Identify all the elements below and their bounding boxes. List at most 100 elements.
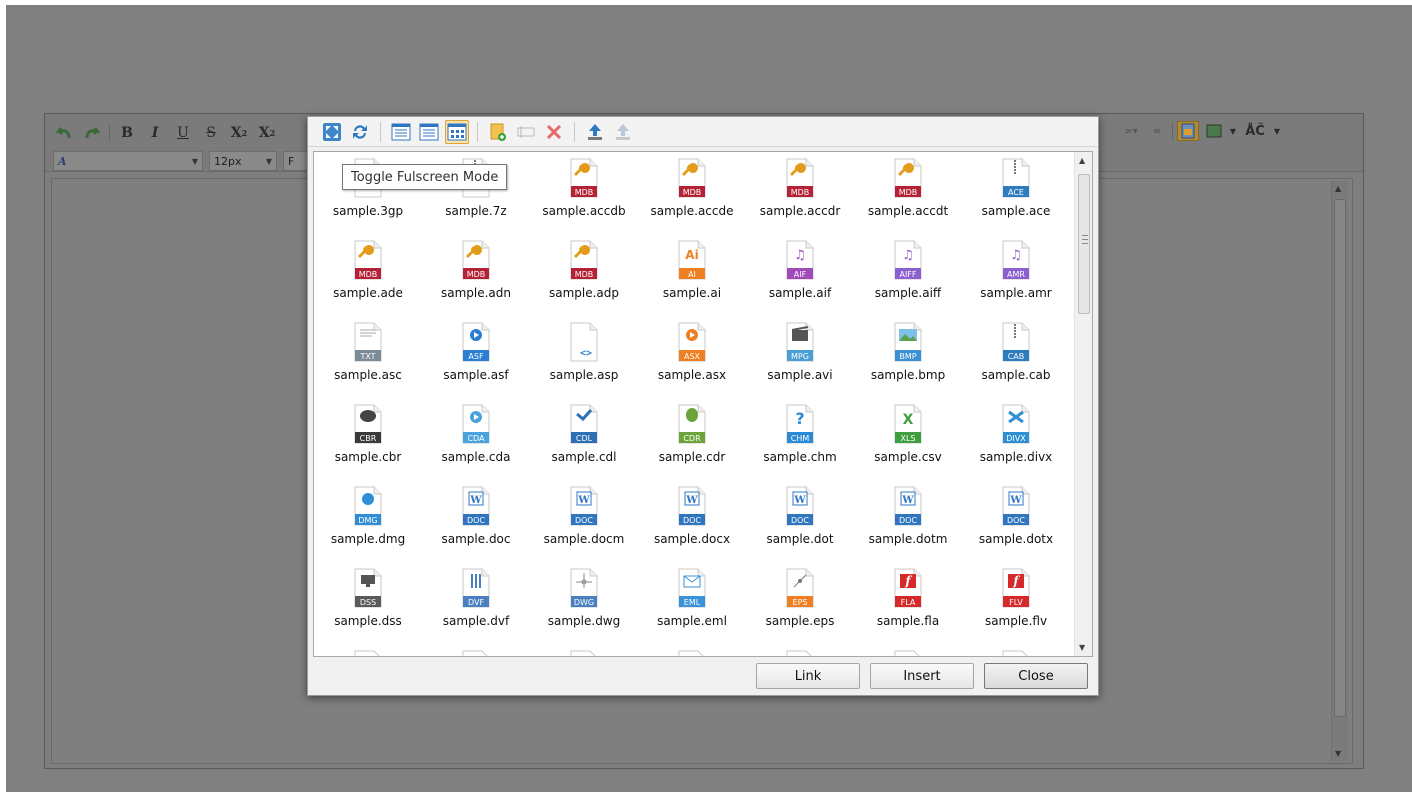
file-item[interactable]: W DOC sample.dot bbox=[746, 480, 854, 562]
rename-icon[interactable] bbox=[514, 120, 538, 144]
file-code-icon: <> bbox=[570, 322, 598, 362]
file-item[interactable]: <> sample.asp bbox=[530, 316, 638, 398]
file-item[interactable]: MDB sample.adn bbox=[422, 234, 530, 316]
file-item[interactable]: BMP sample.bmp bbox=[854, 316, 962, 398]
file-item[interactable]: DIVX sample.divx bbox=[962, 398, 1070, 480]
file-item[interactable]: ♫ AIF sample.aif bbox=[746, 234, 854, 316]
italic-icon[interactable]: I bbox=[144, 123, 166, 143]
strikethrough-icon[interactable]: S bbox=[200, 123, 222, 143]
file-item[interactable]: MDB sample.accdt bbox=[854, 152, 962, 234]
insert-button[interactable]: Insert bbox=[870, 663, 974, 689]
file-item[interactable]: CBR sample.cbr bbox=[314, 398, 422, 480]
file-item[interactable]: MPG sample.avi bbox=[746, 316, 854, 398]
thumbnail-view-icon[interactable] bbox=[445, 119, 469, 144]
file-type-badge: CDA bbox=[467, 434, 485, 443]
file-item[interactable]: EML sample.eml bbox=[638, 562, 746, 644]
file-item[interactable]: MDB sample.accdb bbox=[530, 152, 638, 234]
file-item[interactable]: MDB sample.ade bbox=[314, 234, 422, 316]
file-item[interactable]: W DOC sample.docm bbox=[530, 480, 638, 562]
file-item-partial[interactable] bbox=[530, 644, 638, 656]
file-item[interactable]: ♫ AMR sample.amr bbox=[962, 234, 1070, 316]
file-item[interactable]: MDB sample.adp bbox=[530, 234, 638, 316]
file-item[interactable]: DMG sample.dmg bbox=[314, 480, 422, 562]
new-folder-icon[interactable] bbox=[486, 120, 510, 144]
undo-icon[interactable] bbox=[53, 123, 75, 143]
link-button[interactable]: Link bbox=[756, 663, 860, 689]
file-item-partial[interactable] bbox=[638, 644, 746, 656]
file-item[interactable]: ASF sample.asf bbox=[422, 316, 530, 398]
file-item[interactable]: ACE sample.ace bbox=[962, 152, 1070, 234]
file-item[interactable]: W DOC sample.doc bbox=[422, 480, 530, 562]
underline-icon[interactable]: U bbox=[172, 123, 194, 143]
delete-icon[interactable] bbox=[542, 120, 566, 144]
file-type-badge: DWG bbox=[574, 598, 594, 607]
file-item[interactable]: CDA sample.cda bbox=[422, 398, 530, 480]
scroll-down-icon[interactable]: ▼ bbox=[1079, 643, 1085, 652]
bold-icon[interactable]: B bbox=[116, 123, 138, 143]
file-item[interactable]: W DOC sample.dotx bbox=[962, 480, 1070, 562]
image-icon[interactable] bbox=[1203, 121, 1225, 141]
font-size-value: 12px bbox=[214, 154, 242, 168]
file-item-partial[interactable] bbox=[746, 644, 854, 656]
file-item[interactable]: DVF sample.dvf bbox=[422, 562, 530, 644]
file-music-icon: ♫ AMR bbox=[1002, 240, 1030, 280]
file-item[interactable]: f FLA sample.fla bbox=[854, 562, 962, 644]
file-item[interactable]: Ai AI sample.ai bbox=[638, 234, 746, 316]
redo-icon[interactable] bbox=[81, 123, 103, 143]
file-item-partial[interactable] bbox=[962, 644, 1070, 656]
file-item[interactable]: W DOC sample.dotm bbox=[854, 480, 962, 562]
file-name: sample.docm bbox=[543, 532, 625, 546]
link-icon[interactable]: ∞▾ bbox=[1120, 121, 1142, 141]
fullscreen-icon[interactable] bbox=[320, 120, 344, 144]
file-item[interactable]: MDB sample.accde bbox=[638, 152, 746, 234]
list-view-icon[interactable] bbox=[389, 120, 413, 144]
file-name: sample.cdl bbox=[551, 450, 617, 464]
file-item[interactable]: CDL sample.cdl bbox=[530, 398, 638, 480]
refresh-icon[interactable] bbox=[348, 120, 372, 144]
file-name: sample.asf bbox=[443, 368, 509, 382]
chevron-down-icon[interactable]: ▼ bbox=[1273, 121, 1281, 141]
file-item[interactable]: CAB sample.cab bbox=[962, 316, 1070, 398]
file-manager-icon[interactable] bbox=[1177, 121, 1199, 141]
scrollbar-thumb[interactable] bbox=[1078, 174, 1090, 314]
file-name: sample.eml bbox=[657, 614, 727, 628]
style-select[interactable]: A ▼ bbox=[53, 151, 203, 171]
file-item[interactable]: EPS sample.eps bbox=[746, 562, 854, 644]
scroll-up-icon[interactable]: ▲ bbox=[1335, 184, 1341, 193]
subscript-icon[interactable]: X2 bbox=[228, 123, 250, 143]
file-item[interactable]: DWG sample.dwg bbox=[530, 562, 638, 644]
upload-icon[interactable] bbox=[583, 120, 607, 144]
details-view-icon[interactable] bbox=[417, 120, 441, 144]
file-item[interactable]: MDB sample.accdr bbox=[746, 152, 854, 234]
file-item[interactable]: TXT sample.asc bbox=[314, 316, 422, 398]
chevron-down-icon[interactable]: ▼ bbox=[1229, 121, 1237, 141]
file-item[interactable]: ASX sample.asx bbox=[638, 316, 746, 398]
file-item[interactable]: f FLV sample.flv bbox=[962, 562, 1070, 644]
file-item[interactable]: DSS sample.dss bbox=[314, 562, 422, 644]
file-item-partial[interactable] bbox=[854, 644, 962, 656]
file-item[interactable]: CDR sample.cdr bbox=[638, 398, 746, 480]
download-icon[interactable] bbox=[611, 120, 635, 144]
file-item[interactable]: ? CHM sample.chm bbox=[746, 398, 854, 480]
font-size-select[interactable]: 12px ▼ bbox=[209, 151, 277, 171]
special-characters-icon[interactable]: ÅČ bbox=[1241, 121, 1269, 141]
file-name: sample.amr bbox=[980, 286, 1052, 300]
file-item-partial[interactable] bbox=[314, 644, 422, 656]
file-item-partial[interactable] bbox=[422, 644, 530, 656]
file-type-badge: DOC bbox=[683, 516, 701, 525]
editor-scrollbar-thumb[interactable] bbox=[1334, 199, 1346, 717]
close-button[interactable]: Close bbox=[984, 663, 1088, 689]
scroll-down-icon[interactable]: ▼ bbox=[1335, 749, 1341, 758]
scroll-up-icon[interactable]: ▲ bbox=[1079, 156, 1085, 165]
file-type-badge: MDB bbox=[467, 270, 486, 279]
superscript-icon[interactable]: X2 bbox=[256, 123, 278, 143]
file-name: sample.asc bbox=[334, 368, 402, 382]
editor-scrollbar[interactable]: ▲ ▼ bbox=[1331, 181, 1348, 761]
file-key-icon: MDB bbox=[570, 240, 598, 280]
file-item[interactable]: W DOC sample.docx bbox=[638, 480, 746, 562]
file-item[interactable]: X XLS sample.csv bbox=[854, 398, 962, 480]
file-name: sample.flv bbox=[984, 614, 1048, 628]
file-item[interactable]: ♫ AIFF sample.aiff bbox=[854, 234, 962, 316]
file-grid-scrollbar[interactable]: ▲ ▼ bbox=[1074, 152, 1092, 656]
unlink-icon[interactable]: ∞ bbox=[1146, 121, 1168, 141]
